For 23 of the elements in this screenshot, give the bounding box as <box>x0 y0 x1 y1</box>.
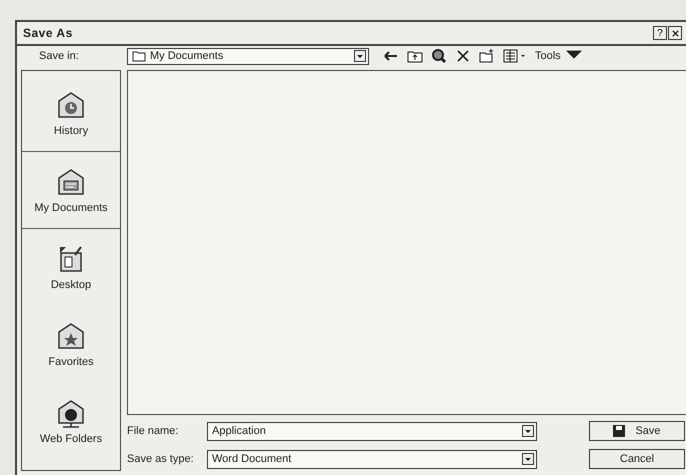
field-label: Save as type: <box>127 453 195 465</box>
places-item[interactable]: My Documents <box>34 166 108 214</box>
folder-icon <box>132 50 146 62</box>
tools-menu[interactable]: Tools <box>535 48 582 64</box>
field-label: File name: <box>127 425 180 437</box>
places-item[interactable]: Favorites <box>48 320 94 368</box>
close-icon <box>670 28 680 38</box>
help-button[interactable]: ? <box>653 26 667 40</box>
field-label: Save in: <box>39 50 80 62</box>
delete-icon[interactable] <box>455 48 471 64</box>
save-button[interactable]: Save <box>589 421 685 441</box>
save-in-dropdown[interactable]: My Documents <box>127 48 369 64</box>
places-item[interactable]: Desktop <box>50 243 92 291</box>
new-folder-icon[interactable] <box>479 48 495 64</box>
close-button[interactable] <box>668 26 682 40</box>
places-item[interactable]: Web Folders <box>40 397 102 445</box>
cancel-button[interactable]: Cancel <box>589 449 685 469</box>
window-title: Save As <box>23 26 73 40</box>
places-item[interactable]: History <box>54 89 88 137</box>
file-name-field[interactable]: Application <box>207 422 537 440</box>
save-as-type-dropdown[interactable]: Word Document <box>207 450 537 468</box>
search-web-icon[interactable] <box>431 48 447 64</box>
views-menu-icon[interactable] <box>503 48 527 64</box>
